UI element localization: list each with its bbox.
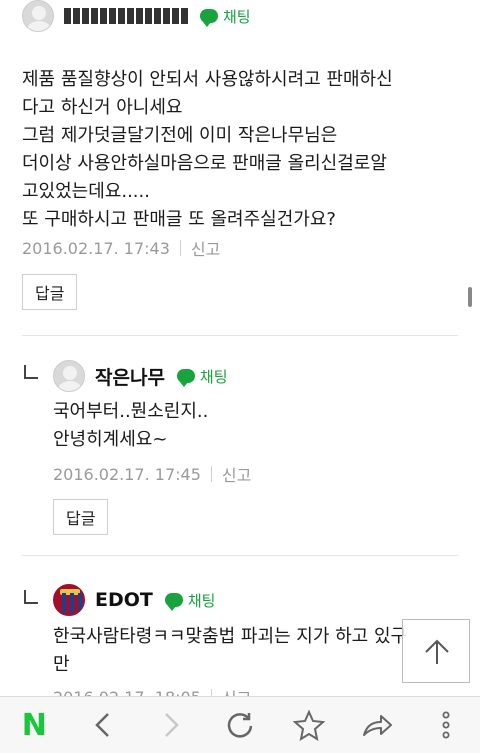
chat-bubble-icon — [176, 369, 195, 387]
arrow-up-icon — [425, 639, 449, 664]
bookmark-button[interactable] — [287, 703, 331, 747]
scroll-top-button[interactable] — [402, 619, 470, 683]
chat-label: 채팅 — [187, 591, 216, 610]
comment-line: 그럼 제가덧글달기전에 이미 작은나무님은 — [22, 125, 338, 146]
comment-line: 고있었는데요..... — [22, 181, 150, 202]
comment-divider — [22, 555, 458, 556]
bookmark-star-icon — [292, 709, 325, 741]
browser-toolbar: N — [0, 696, 480, 753]
comment-body: 제품 품질향상이 안되서 사용않하시려고 판매하신 다고 하신거 아니세요 그럼… — [22, 66, 393, 234]
comment-line: 다고 하신거 아니세요 — [22, 97, 183, 118]
comment-line: 제품 품질향상이 안되서 사용않하시려고 판매하신 — [22, 69, 393, 90]
back-icon — [95, 713, 109, 737]
comment-line: 국어부터..뭔소린지.. — [53, 401, 209, 422]
chat-button[interactable]: 채팅 — [164, 590, 216, 611]
comment-divider — [22, 335, 458, 336]
timestamp: 2016.02.17. 17:45 — [53, 464, 201, 484]
chat-label: 채팅 — [223, 7, 251, 26]
author-name-blurred[interactable] — [64, 8, 188, 24]
comment-body: 한국사람타령ㅋㅋ맞춤법 파괴는 지가 하고 있구 만 — [53, 623, 407, 679]
avatar[interactable] — [53, 360, 85, 392]
comment-line: 안녕히계세요~ — [53, 429, 168, 450]
meta-divider — [210, 466, 212, 482]
chat-bubble-icon — [200, 9, 218, 27]
refresh-button[interactable] — [218, 703, 262, 747]
reply-button[interactable]: 답글 — [22, 274, 78, 310]
comment-header: EDOT 채팅 — [53, 584, 215, 616]
chat-label: 채팅 — [199, 367, 228, 386]
avatar-club-badge[interactable] — [53, 584, 85, 616]
scrollbar[interactable] — [468, 287, 472, 307]
comment-header: 채팅 — [22, 0, 251, 32]
comment-body: 국어부터..뭔소린지.. 안녕히계세요~ — [53, 398, 208, 454]
chat-button[interactable]: 채팅 — [200, 6, 251, 27]
author-name[interactable]: EDOT — [95, 589, 153, 611]
chat-bubble-icon — [164, 593, 183, 611]
more-button[interactable] — [424, 703, 468, 747]
comment-meta: 2016.02.17. 17:45 신고 — [53, 462, 251, 486]
timestamp: 2016.02.17. 17:43 — [22, 238, 170, 258]
author-name[interactable]: 작은나무 — [95, 363, 165, 390]
forward-button[interactable] — [149, 703, 193, 747]
comment-line: 한국사람타령ㅋㅋ맞춤법 파괴는 지가 하고 있구 — [53, 626, 408, 647]
forward-icon — [165, 713, 180, 737]
comment-line: 만 — [53, 654, 70, 675]
report-link[interactable]: 신고 — [191, 236, 220, 260]
refresh-icon — [227, 713, 253, 738]
comment-header: 작은나무 채팅 — [53, 360, 228, 392]
naver-logo: N — [21, 707, 47, 743]
more-icon — [442, 711, 450, 739]
avatar[interactable] — [22, 0, 54, 32]
share-icon — [363, 715, 393, 736]
reply-indicator-icon — [24, 365, 38, 379]
naver-home-button[interactable]: N — [12, 703, 56, 747]
comment-line: 더이상 사용안하실마음으로 판매글 올리신걸로알 — [22, 153, 387, 174]
back-button[interactable] — [81, 703, 125, 747]
report-link[interactable]: 신고 — [222, 462, 251, 486]
meta-divider — [179, 240, 181, 256]
share-button[interactable] — [355, 703, 399, 747]
comment-line: 또 구매하시고 판매글 또 올려주실건가요? — [22, 209, 336, 230]
chat-button[interactable]: 채팅 — [176, 366, 228, 387]
reply-indicator-icon — [24, 590, 38, 604]
reply-button[interactable]: 답글 — [53, 499, 109, 535]
comment-meta: 2016.02.17. 17:43 신고 — [22, 236, 220, 260]
